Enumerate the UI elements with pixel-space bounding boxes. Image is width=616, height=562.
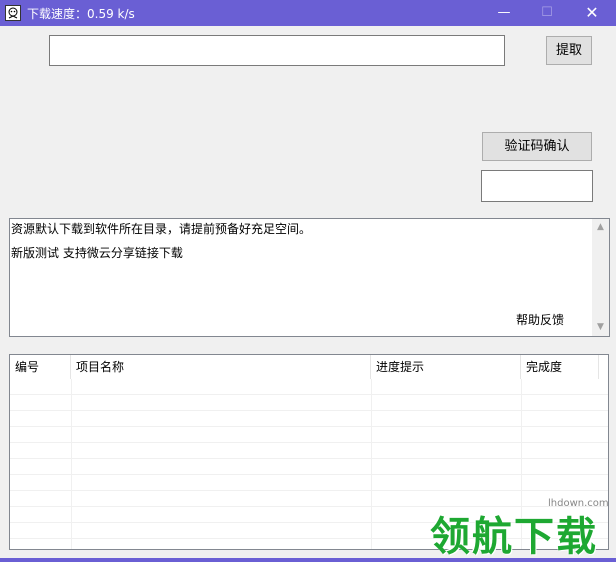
- window-title: 下载速度：0.59 k/s: [27, 7, 135, 21]
- info-scrollbar[interactable]: ▲ ▼: [592, 219, 609, 336]
- grid-divider: [371, 379, 372, 549]
- scroll-up-icon[interactable]: ▲: [592, 219, 609, 236]
- table-row: [10, 411, 608, 427]
- table-row: [10, 395, 608, 411]
- list-header: 编号 项目名称 进度提示 完成度: [10, 355, 608, 379]
- column-header-id[interactable]: 编号: [10, 355, 71, 379]
- main-window: 下载速度：0.59 k/s — ☐ ✕ 提取 验证码确认 资源默认下载到软件所在…: [0, 0, 616, 560]
- captcha-confirm-button[interactable]: 验证码确认: [482, 132, 592, 161]
- table-row: [10, 427, 608, 443]
- close-button[interactable]: ✕: [570, 0, 614, 26]
- share-link-input[interactable]: [49, 35, 505, 66]
- scroll-down-icon[interactable]: ▼: [592, 319, 609, 336]
- watermark-logo: lhdown.com 领航下载: [430, 498, 616, 560]
- maximize-button[interactable]: ☐: [525, 0, 569, 26]
- info-text-box[interactable]: 资源默认下载到软件所在目录，请提前预备好充足空间。 新版测试 支持微云分享链接下…: [9, 218, 610, 337]
- table-row: [10, 459, 608, 475]
- table-row: [10, 475, 608, 491]
- grid-divider: [71, 379, 72, 549]
- title-bar[interactable]: 下载速度：0.59 k/s — ☐ ✕: [0, 0, 616, 26]
- info-line-directory: 资源默认下载到软件所在目录，请提前预备好充足空间。: [11, 222, 312, 236]
- help-feedback-link[interactable]: 帮助反馈: [516, 311, 564, 328]
- info-line-version: 新版测试 支持微云分享链接下载: [11, 246, 183, 260]
- watermark-text: 领航下载: [430, 514, 598, 560]
- table-row: [10, 379, 608, 395]
- app-icon: [5, 5, 21, 21]
- column-header-progress[interactable]: 进度提示: [371, 355, 521, 379]
- column-header-completion[interactable]: 完成度: [521, 355, 599, 379]
- captcha-input[interactable]: [481, 170, 593, 202]
- table-row: [10, 443, 608, 459]
- minimize-button[interactable]: —: [482, 0, 526, 26]
- column-header-name[interactable]: 项目名称: [71, 355, 371, 379]
- extract-button[interactable]: 提取: [546, 36, 592, 65]
